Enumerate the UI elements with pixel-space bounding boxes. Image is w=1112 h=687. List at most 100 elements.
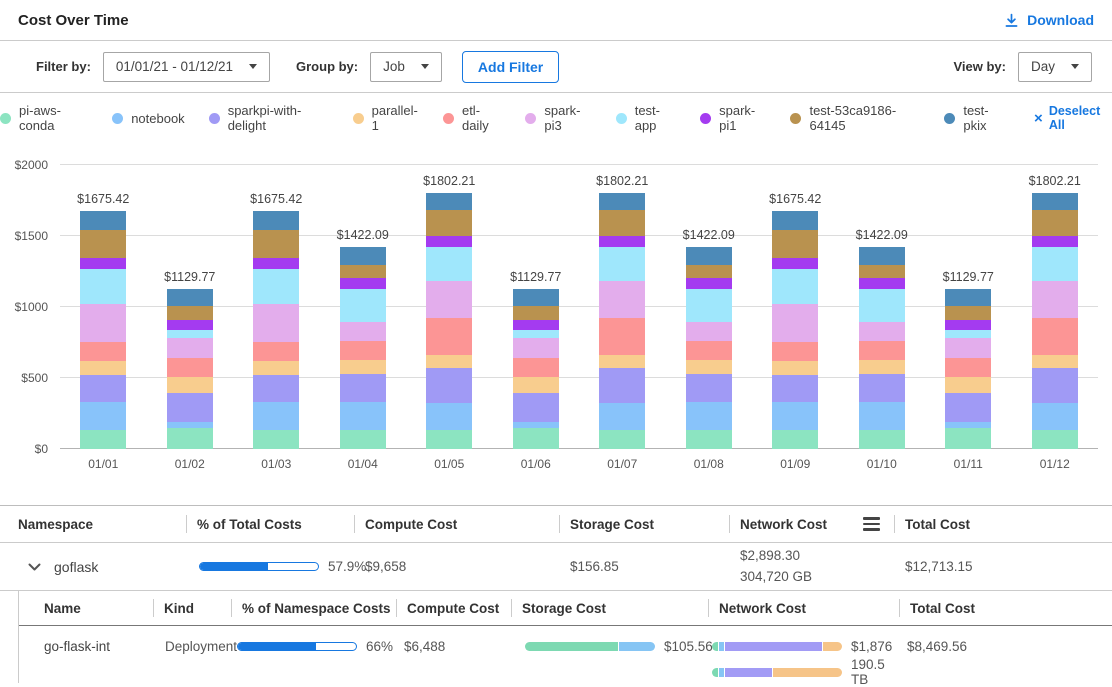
bar-segment-spark-pi3[interactable] — [945, 338, 991, 358]
legend-item-test-pkix[interactable]: test-pkix — [944, 103, 1006, 133]
bar-segment-sparkpi-with-delight[interactable] — [599, 368, 645, 403]
stacked-bar-01-02[interactable]: $1129.77 — [167, 289, 213, 449]
bar-segment-spark-pi3[interactable] — [253, 304, 299, 343]
legend-item-parallel-1[interactable]: parallel-1 — [353, 103, 419, 133]
bar-segment-spark-pi1[interactable] — [859, 278, 905, 289]
bar-segment-parallel-1[interactable] — [426, 355, 472, 368]
bar-segment-test-pkix[interactable] — [513, 289, 559, 306]
bar-segment-test-pkix[interactable] — [340, 247, 386, 265]
bar-segment-spark-pi1[interactable] — [772, 258, 818, 268]
bar-segment-parallel-1[interactable] — [1032, 355, 1078, 368]
column-settings-icon[interactable] — [863, 517, 880, 531]
bar-segment-sparkpi-with-delight[interactable] — [513, 393, 559, 422]
bar-segment-pi-aws-conda[interactable] — [859, 430, 905, 449]
stacked-bar-01-12[interactable]: $1802.21 — [1032, 193, 1078, 449]
namespace-cell[interactable]: goflask — [0, 559, 186, 575]
bar-segment-spark-pi1[interactable] — [513, 320, 559, 330]
bar-segment-parallel-1[interactable] — [859, 360, 905, 374]
bar-segment-test-app[interactable] — [1032, 247, 1078, 281]
bar-segment-spark-pi3[interactable] — [599, 281, 645, 318]
stacked-bar-01-04[interactable]: $1422.09 — [340, 247, 386, 449]
download-button[interactable]: Download — [1003, 12, 1094, 29]
chevron-down-icon[interactable] — [28, 563, 41, 571]
bar-segment-test-pkix[interactable] — [945, 289, 991, 306]
bar-segment-test-53ca9186-64145[interactable] — [686, 265, 732, 278]
bar-segment-spark-pi1[interactable] — [426, 236, 472, 247]
bar-segment-spark-pi3[interactable] — [1032, 281, 1078, 318]
stacked-bar-01-01[interactable]: $1675.42 — [80, 211, 126, 449]
namespace-row-goflask[interactable]: goflask 57.9% $9,658 $156.85 $2,898.30 3… — [0, 543, 1112, 591]
bar-segment-spark-pi3[interactable] — [340, 322, 386, 341]
bar-segment-spark-pi1[interactable] — [686, 278, 732, 289]
bar-segment-sparkpi-with-delight[interactable] — [945, 393, 991, 422]
bar-segment-parallel-1[interactable] — [772, 361, 818, 375]
bar-segment-sparkpi-with-delight[interactable] — [772, 375, 818, 402]
bar-segment-pi-aws-conda[interactable] — [80, 430, 126, 448]
bar-segment-spark-pi3[interactable] — [167, 338, 213, 358]
bar-segment-etl-daily[interactable] — [686, 341, 732, 360]
bar-segment-etl-daily[interactable] — [253, 342, 299, 361]
bar-segment-sparkpi-with-delight[interactable] — [686, 374, 732, 402]
bar-segment-test-pkix[interactable] — [167, 289, 213, 306]
bar-segment-test-pkix[interactable] — [253, 211, 299, 230]
bar-segment-notebook[interactable] — [686, 402, 732, 430]
stacked-bar-01-09[interactable]: $1675.42 — [772, 211, 818, 449]
bar-segment-sparkpi-with-delight[interactable] — [80, 375, 126, 402]
bar-segment-parallel-1[interactable] — [340, 360, 386, 374]
bar-segment-spark-pi3[interactable] — [686, 322, 732, 341]
deselect-all-button[interactable]: × Deselect All — [1034, 104, 1112, 132]
bar-segment-test-53ca9186-64145[interactable] — [945, 306, 991, 320]
bar-segment-spark-pi1[interactable] — [599, 236, 645, 247]
bar-segment-etl-daily[interactable] — [80, 342, 126, 361]
stacked-bar-01-10[interactable]: $1422.09 — [859, 247, 905, 449]
date-range-select[interactable]: 01/01/21 - 01/12/21 — [103, 52, 270, 82]
bar-segment-spark-pi3[interactable] — [772, 304, 818, 343]
legend-item-spark-pi1[interactable]: spark-pi1 — [700, 103, 766, 133]
bar-segment-notebook[interactable] — [772, 402, 818, 430]
bar-segment-parallel-1[interactable] — [167, 377, 213, 393]
bar-segment-test-53ca9186-64145[interactable] — [80, 230, 126, 258]
bar-segment-etl-daily[interactable] — [1032, 318, 1078, 355]
bar-segment-test-app[interactable] — [426, 247, 472, 281]
bar-segment-etl-daily[interactable] — [859, 341, 905, 360]
legend-item-notebook[interactable]: notebook — [112, 111, 185, 126]
bar-segment-etl-daily[interactable] — [426, 318, 472, 355]
bar-segment-pi-aws-conda[interactable] — [686, 430, 732, 449]
stacked-bar-01-06[interactable]: $1129.77 — [513, 289, 559, 449]
bar-segment-pi-aws-conda[interactable] — [945, 428, 991, 448]
bar-segment-test-app[interactable] — [167, 330, 213, 338]
bar-segment-parallel-1[interactable] — [686, 360, 732, 374]
bar-segment-test-53ca9186-64145[interactable] — [340, 265, 386, 278]
view-by-select[interactable]: Day — [1018, 52, 1092, 82]
bar-segment-etl-daily[interactable] — [513, 358, 559, 377]
bar-segment-test-53ca9186-64145[interactable] — [253, 230, 299, 258]
bar-segment-parallel-1[interactable] — [253, 361, 299, 375]
bar-segment-notebook[interactable] — [253, 402, 299, 430]
bar-segment-test-53ca9186-64145[interactable] — [426, 210, 472, 236]
bar-segment-test-pkix[interactable] — [772, 211, 818, 230]
bar-segment-notebook[interactable] — [426, 403, 472, 431]
bar-segment-sparkpi-with-delight[interactable] — [340, 374, 386, 402]
bar-segment-spark-pi1[interactable] — [1032, 236, 1078, 247]
bar-segment-test-53ca9186-64145[interactable] — [599, 210, 645, 236]
bar-segment-parallel-1[interactable] — [80, 361, 126, 375]
bar-segment-test-pkix[interactable] — [599, 193, 645, 210]
bar-segment-pi-aws-conda[interactable] — [340, 430, 386, 449]
bar-segment-test-53ca9186-64145[interactable] — [772, 230, 818, 258]
bar-segment-sparkpi-with-delight[interactable] — [1032, 368, 1078, 403]
bar-segment-parallel-1[interactable] — [599, 355, 645, 368]
bar-segment-test-53ca9186-64145[interactable] — [1032, 210, 1078, 236]
bar-segment-test-pkix[interactable] — [80, 211, 126, 230]
bar-segment-test-53ca9186-64145[interactable] — [859, 265, 905, 278]
bar-segment-spark-pi1[interactable] — [80, 258, 126, 268]
bar-segment-sparkpi-with-delight[interactable] — [167, 393, 213, 422]
bar-segment-test-app[interactable] — [772, 269, 818, 304]
bar-segment-spark-pi1[interactable] — [167, 320, 213, 330]
legend-item-pi-aws-conda[interactable]: pi-aws-conda — [0, 103, 88, 133]
bar-segment-pi-aws-conda[interactable] — [1032, 430, 1078, 448]
add-filter-button[interactable]: Add Filter — [462, 51, 559, 83]
bar-segment-pi-aws-conda[interactable] — [253, 430, 299, 448]
bar-segment-spark-pi1[interactable] — [340, 278, 386, 289]
bar-segment-test-pkix[interactable] — [1032, 193, 1078, 210]
bar-segment-pi-aws-conda[interactable] — [513, 428, 559, 448]
